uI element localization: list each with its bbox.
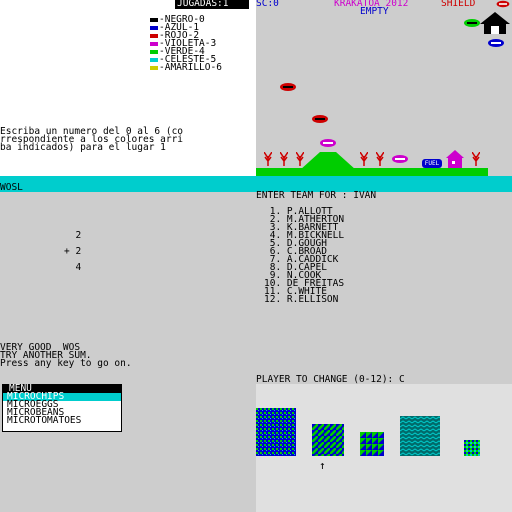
game-score: SC:0 bbox=[256, 0, 279, 9]
score-label: JUGADAS:1 bbox=[177, 0, 229, 9]
base-icon bbox=[480, 12, 510, 34]
pattern-tile-4[interactable] bbox=[400, 416, 440, 456]
math-game-panel: WOSL 2 + 2 4 VERY GOOD WOS TRY ANOTHER S… bbox=[0, 183, 256, 384]
list-item[interactable]: 12. R.ELLISON bbox=[256, 295, 344, 305]
color-legend: -NEGRO-0 -AZUL-1 -ROJO-2 -VIOLETA-3 -VER… bbox=[150, 15, 222, 72]
team-prompt: ENTER TEAM FOR : IVAN bbox=[256, 190, 377, 201]
swatch-blue bbox=[150, 25, 158, 30]
sum-line-3: 4 bbox=[64, 262, 82, 273]
hut-icon bbox=[446, 150, 464, 168]
swatch-black bbox=[150, 17, 158, 22]
pattern-panel: ↑ bbox=[256, 384, 512, 512]
pattern-tile-5[interactable] bbox=[464, 440, 480, 456]
tree-icon bbox=[264, 152, 272, 166]
player-name: WOSL bbox=[0, 182, 23, 193]
score-box: JUGADAS:1 bbox=[175, 0, 249, 9]
instruction-line-3: ba indicados) para el lugar 1 bbox=[0, 142, 166, 153]
krakatoa-game-panel: SC:0 KRAKATOA 2012 SHIELD EMPTY FUEL bbox=[256, 0, 512, 192]
fuel-depot: FUEL bbox=[422, 159, 442, 168]
shield-status: EMPTY bbox=[360, 6, 389, 17]
legend-item: -AMARILLO-6 bbox=[150, 63, 222, 72]
volcano bbox=[300, 152, 356, 170]
menu-item-microtomatoes[interactable]: MICROTOMATOES bbox=[3, 416, 121, 426]
tree-icon bbox=[376, 152, 384, 166]
swatch-violet bbox=[150, 41, 158, 46]
menu-box: MENU MICROCHIPS MICROEGGS MICROBEANS MIC… bbox=[2, 384, 122, 432]
sum-line-1: 2 bbox=[64, 230, 82, 241]
change-prompt[interactable]: PLAYER TO CHANGE (0-12): C bbox=[256, 375, 405, 385]
up-arrow-icon: ↑ bbox=[319, 459, 326, 472]
ufo-icon bbox=[280, 83, 296, 91]
team-select-panel: ENTER TEAM FOR : IVAN 1. P.ALLOTT 2. M.A… bbox=[256, 190, 512, 385]
swatch-red bbox=[150, 33, 158, 38]
tree-icon bbox=[360, 152, 368, 166]
tree-icon bbox=[296, 152, 304, 166]
swatch-yellow bbox=[150, 65, 158, 70]
tree-icon bbox=[280, 152, 288, 166]
color-game-panel: JUGADAS:1 -NEGRO-0 -AZUL-1 -ROJO-2 -VIOL… bbox=[0, 0, 256, 192]
menu-panel: MENU MICROCHIPS MICROEGGS MICROBEANS MIC… bbox=[0, 384, 256, 512]
swatch-cyan bbox=[150, 57, 158, 62]
fuel-label: FUEL bbox=[424, 160, 440, 167]
swatch-green bbox=[150, 49, 158, 54]
ufo-icon bbox=[312, 115, 328, 123]
feedback-line-3: Press any key to go on. bbox=[0, 358, 132, 369]
ufo-icon bbox=[464, 19, 480, 27]
pattern-tile-3[interactable] bbox=[360, 432, 384, 456]
shield-label: SHIELD bbox=[441, 0, 476, 9]
player-list: 1. P.ALLOTT 2. M.ATHERTON 3. K.BARNETT 4… bbox=[256, 207, 344, 305]
ufo-icon bbox=[320, 139, 336, 147]
ufo-icon bbox=[392, 155, 408, 163]
ground bbox=[256, 168, 488, 176]
ufo-icon bbox=[496, 0, 510, 8]
pattern-tile-2[interactable] bbox=[312, 424, 344, 456]
pattern-tile-1[interactable] bbox=[256, 408, 296, 456]
tree-icon bbox=[472, 152, 480, 166]
sum-line-2: + 2 bbox=[64, 246, 82, 257]
ufo-icon bbox=[488, 39, 504, 47]
